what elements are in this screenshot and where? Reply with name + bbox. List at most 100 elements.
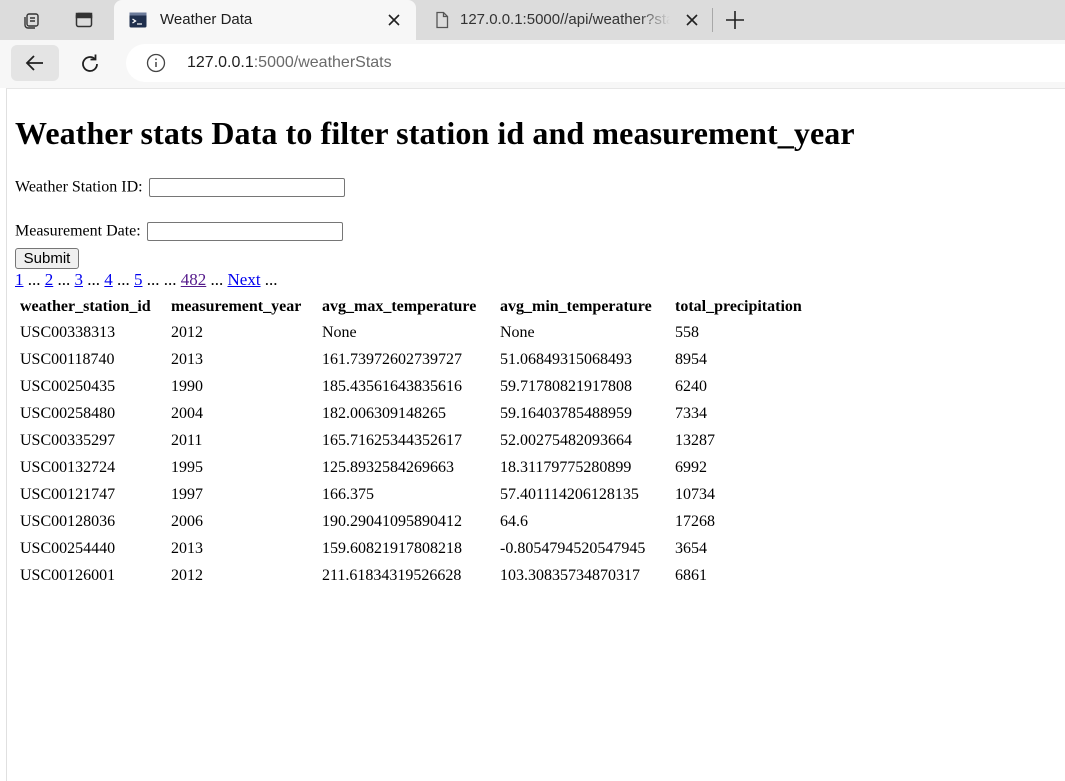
table-row: USC00258480 2004 182.006309148265 59.164037… (19, 401, 820, 426)
table-cell: USC00132724 (20, 458, 116, 476)
reload-icon[interactable] (78, 52, 102, 76)
measurement-date-label: Measurement Date: (15, 222, 141, 240)
address-bar[interactable]: 127.0.0.1:5000/weatherStats (126, 44, 1065, 82)
column-header: avg_max_temperature (322, 297, 477, 315)
url-path: :5000/weatherStats (253, 54, 392, 71)
table-cell: 51.06849315068493 (500, 350, 632, 368)
pagination-separator: ... (27, 270, 41, 289)
table-row: USC00118740 2013 161.73972602739727 51.0684… (19, 347, 820, 372)
pagination-separator: ... ... (146, 270, 177, 289)
tab-strip: Weather Data 127.0.0.1:5000//api/weather… (0, 0, 1065, 40)
table-cell: USC00254440 (20, 539, 116, 557)
table-cell: USC00338313 (20, 323, 116, 341)
url-host: 127.0.0.1 (187, 54, 254, 71)
table-cell: USC00250435 (20, 377, 116, 395)
table-cell: 6992 (675, 458, 707, 476)
table-cell: None (322, 323, 357, 341)
pagination-separator: ... (57, 270, 71, 289)
toolbar: 127.0.0.1:5000/weatherStats (0, 40, 1065, 88)
measurement-date-input[interactable] (146, 222, 343, 241)
station-id-row: Weather Station ID: (15, 178, 345, 197)
table-cell: 161.73972602739727 (322, 350, 462, 368)
workspaces-icon[interactable] (20, 8, 44, 32)
table-cell: USC00126001 (20, 566, 116, 584)
table-cell: 18.31179775280899 (500, 458, 632, 476)
table-cell: 2012 (171, 566, 203, 584)
table-cell: -0.8054794520547945 (500, 539, 646, 557)
table-cell: 64.6 (500, 512, 528, 530)
page-link-2[interactable]: 2 (45, 270, 54, 289)
table-cell: 57.401114206128135 (500, 485, 639, 503)
table-cell: 190.29041095890412 (322, 512, 462, 530)
table-cell: 7334 (675, 404, 707, 422)
document-icon (436, 11, 449, 29)
table-cell: USC00128036 (20, 512, 116, 530)
page-link-4[interactable]: 4 (104, 270, 113, 289)
tab-title: 127.0.0.1:5000//api/weather?star (460, 11, 670, 28)
submit-button[interactable]: Submit (15, 248, 79, 269)
url-text[interactable]: 127.0.0.1:5000/weatherStats (187, 54, 392, 72)
table-cell: 3654 (675, 539, 707, 557)
pagination-separator: ... (264, 270, 278, 289)
table-cell: 159.60821917808218 (322, 539, 462, 557)
table-cell: 182.006309148265 (322, 404, 446, 422)
table-cell: 1990 (171, 377, 203, 395)
pagination-separator: ... (210, 270, 224, 289)
weather-stats-table: weather_station_id measurement_year avg_… (17, 293, 822, 590)
table-cell: 6861 (675, 566, 707, 584)
table-row: USC00132724 1995 125.8932584269663 18.31179… (19, 455, 820, 480)
tab-title: Weather Data (160, 11, 253, 28)
table-row: USC00335297 2011 165.71625344352617 52.0027… (19, 428, 820, 453)
tab-actions-icon[interactable] (72, 8, 96, 32)
table-cell: 185.43561643835616 (322, 377, 462, 395)
table-row: USC00128036 2006 190.29041095890412 64.6 172… (19, 509, 820, 534)
table-header-row: weather_station_id measurement_year avg_… (19, 295, 820, 318)
close-icon[interactable] (385, 11, 403, 29)
table-cell: 1997 (171, 485, 203, 503)
table-cell: USC00118740 (20, 350, 115, 368)
tab-api-weather[interactable]: 127.0.0.1:5000//api/weather?star (418, 0, 710, 40)
table-row: USC00338313 2012 None None 558 (19, 320, 820, 345)
table-cell: 2006 (171, 512, 203, 530)
table-cell: 6240 (675, 377, 707, 395)
page-link-last[interactable]: 482 (181, 270, 207, 289)
measurement-date-row: Measurement Date: (15, 222, 343, 241)
station-id-input[interactable] (148, 178, 345, 197)
page-content: Weather stats Data to filter station id … (6, 88, 1065, 781)
terminal-icon (129, 12, 147, 28)
table-cell: 103.30835734870317 (500, 566, 640, 584)
table-cell: 2004 (171, 404, 203, 422)
page-link-3[interactable]: 3 (75, 270, 84, 289)
next-page-link[interactable]: Next (228, 270, 261, 289)
table-cell: 13287 (675, 431, 715, 449)
tab-weather-data[interactable]: Weather Data (114, 0, 416, 40)
pagination-separator: ... (117, 270, 130, 289)
column-header: avg_min_temperature (500, 297, 652, 315)
table-cell: 2013 (171, 539, 203, 557)
pagination-separator: ... (87, 270, 100, 289)
table-cell: 10734 (675, 485, 715, 503)
table-cell: 165.71625344352617 (322, 431, 462, 449)
table-cell: 166.375 (322, 485, 374, 503)
table-row: USC00250435 1990 185.43561643835616 59.7178… (19, 374, 820, 399)
table-row: USC00254440 2013 159.60821917808218 -0.8054… (19, 536, 820, 561)
table-cell: USC00121747 (20, 485, 116, 503)
pagination: 1 ... 2 ... 3 ... 4 ... 5 ... ... 482 ..… (15, 270, 278, 290)
station-id-label: Weather Station ID: (15, 178, 143, 196)
page-title: Weather stats Data to filter station id … (15, 115, 855, 151)
table-cell: USC00258480 (20, 404, 116, 422)
table-cell: 211.61834319526628 (322, 566, 462, 584)
back-arrow-icon (25, 55, 43, 71)
table-cell: 558 (675, 323, 699, 341)
page-link-5[interactable]: 5 (134, 270, 143, 289)
tab-separator (712, 8, 713, 32)
table-cell: 1995 (171, 458, 203, 476)
table-cell: 2012 (171, 323, 203, 341)
column-header: weather_station_id (20, 297, 151, 315)
info-icon[interactable] (146, 53, 166, 73)
back-button[interactable] (11, 45, 59, 81)
new-tab-icon[interactable] (723, 8, 747, 32)
close-icon[interactable] (683, 11, 701, 29)
page-link-1[interactable]: 1 (15, 270, 24, 289)
table-cell: 125.8932584269663 (322, 458, 454, 476)
